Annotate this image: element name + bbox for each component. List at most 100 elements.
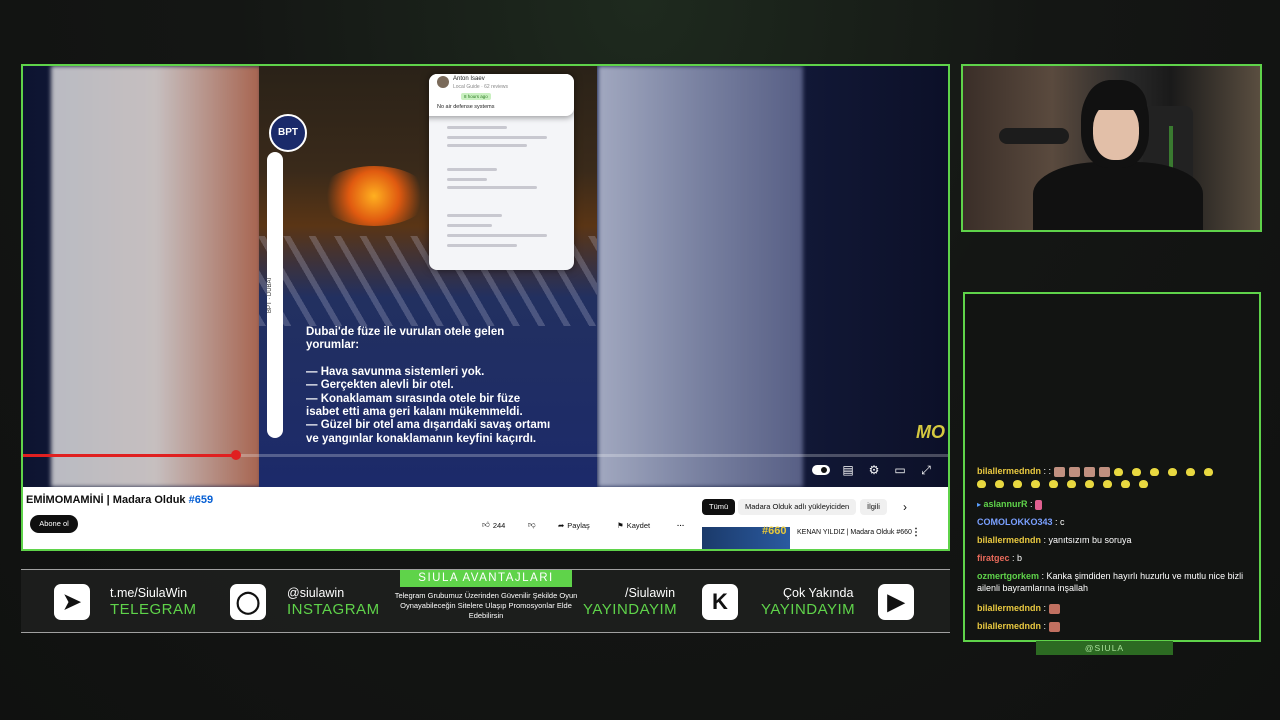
autoplay-toggle[interactable]: [812, 465, 830, 475]
video-player[interactable]: Anton Isaev Local Guide · 62 reviews 8 h…: [21, 64, 950, 551]
video-title: EMİMOMAMİNİ | Madara Olduk #659: [26, 494, 214, 506]
youtube-label: YAYINDAYIM: [761, 601, 856, 618]
video-viewport[interactable]: Anton Isaev Local Guide · 62 reviews 8 h…: [23, 66, 948, 487]
streamer-body: [1033, 162, 1203, 230]
channel-logo: BPT: [269, 114, 307, 152]
caption-line: — Güzel bir otel ama dışarıdaki savaş or…: [306, 419, 551, 432]
chat-message: bilallermedndn :: [977, 602, 1259, 614]
review-time-badge: 8 hours ago: [461, 93, 491, 100]
review-text: No air defense systems: [437, 104, 495, 110]
dislike-button[interactable]: 👎︎: [528, 517, 536, 533]
chat-username[interactable]: COMOLOKKO343: [977, 517, 1053, 527]
chat-username[interactable]: firatgec: [977, 553, 1010, 563]
side-video-more-icon[interactable]: ⋮: [911, 527, 921, 538]
caption-line: Dubai'de füze ile vurulan otele gelen: [306, 326, 505, 338]
subtitles-icon[interactable]: ▤: [839, 463, 857, 477]
like-button[interactable]: 👍︎ 244: [482, 517, 505, 533]
video-caption: Dubai'de füze ile vurulan otele gelen yo…: [306, 326, 596, 446]
chat-text: :: [1041, 621, 1049, 631]
chat-message: firatgec : b: [977, 552, 1259, 564]
reviewer-name: Anton Isaev: [453, 76, 485, 82]
like-count: 244: [492, 520, 506, 530]
watermark-logo: MO: [916, 422, 945, 442]
chat-username[interactable]: bilallermedndn: [977, 535, 1041, 545]
chat-text: :: [1041, 603, 1049, 613]
caption-line: — Konaklamam sırasında otele bir füze: [306, 392, 521, 405]
chat-message: ozmertgorkem : Kanka şimdiden hayırlı hu…: [977, 570, 1259, 594]
like-icon: 👍︎: [482, 520, 490, 529]
kick-icon: K: [702, 584, 738, 620]
chat-footer-tag: @SIULA: [1036, 641, 1173, 655]
caption-line: — Gerçekten alevli bir otel.: [306, 379, 454, 392]
chat-username[interactable]: aslannurR: [984, 499, 1028, 509]
caption-line: isabet etti ama geri kalanı mükemmeldi.: [306, 406, 523, 419]
side-label-text: BPT · DUBAI: [267, 277, 273, 313]
chat-username[interactable]: bilallermedndn: [977, 466, 1041, 476]
dislike-icon: 👎︎: [528, 520, 536, 529]
instagram-handle: @siulawin: [287, 586, 345, 600]
chip-related[interactable]: İlgili: [860, 499, 887, 515]
social-bar: ➤ t.me/SiulaWin TELEGRAM ◯ @siulawin INS…: [21, 569, 950, 633]
chat-username[interactable]: bilallermedndn: [977, 603, 1041, 613]
subscribe-button[interactable]: Abone ol: [30, 515, 78, 533]
chat-message: bilallermedndn :: [977, 620, 1259, 632]
progress-fill: [23, 454, 236, 457]
chat-text: :: [1027, 499, 1036, 509]
side-label-bar: BPT · DUBAI: [267, 152, 283, 438]
chat-text: : yanıtsızım bu soruya: [1041, 535, 1132, 545]
chat-text: : c: [1052, 517, 1065, 527]
chat-username[interactable]: bilallermedndn: [977, 621, 1041, 631]
chevron-right-icon[interactable]: ›: [903, 500, 907, 514]
chat-message: bilallermedndn : yanıtsızım bu soruya: [977, 534, 1259, 546]
review-card: Anton Isaev Local Guide · 62 reviews 8 h…: [429, 74, 574, 270]
caption-line: — Hava savunma sistemleri yok.: [306, 365, 485, 378]
reviewer-avatar: [437, 76, 449, 88]
avantaj-title: SIULA AVANTAJLARI: [400, 570, 572, 587]
theater-icon[interactable]: ▭: [891, 463, 909, 477]
microphone: [999, 128, 1069, 144]
chat-username[interactable]: ozmertgorkem: [977, 571, 1039, 581]
chat-text: : :: [1041, 466, 1052, 476]
more-button[interactable]: ···: [677, 517, 685, 533]
save-button[interactable]: ⚑ Kaydet: [617, 517, 650, 533]
progress-scrubber[interactable]: [230, 450, 241, 460]
instagram-icon: ◯: [230, 584, 266, 620]
youtube-icon: ▶: [878, 584, 914, 620]
share-label: Paylaş: [567, 520, 590, 530]
chat-message: bilallermedndn : :: [977, 465, 1259, 489]
fire-glow: [319, 166, 429, 226]
chat-panel: bilallermedndn : : ▸ aslannurR : COMOLOK…: [963, 292, 1261, 642]
instagram-label: INSTAGRAM: [287, 601, 380, 618]
video-title-hash[interactable]: #659: [189, 494, 213, 506]
telegram-label: TELEGRAM: [110, 601, 197, 618]
video-info-panel: EMİMOMAMİNİ | Madara Olduk #659 Abone ol…: [23, 487, 948, 549]
kick-label: YAYINDAYIM: [583, 601, 678, 618]
side-video-title[interactable]: KENAN YILDIZ | Madara Olduk #660: [797, 528, 912, 538]
blurred-background-left: [51, 66, 261, 487]
review-card-header: Anton Isaev Local Guide · 62 reviews 8 h…: [429, 74, 574, 116]
save-label: Kaydet: [626, 520, 651, 530]
chip-all[interactable]: Tümü: [702, 499, 736, 515]
chat-message: ▸ aslannurR :: [977, 498, 1259, 511]
kick-handle: /Siulawin: [625, 586, 676, 600]
save-icon: ⚑: [617, 520, 624, 530]
streamer-face: [1093, 102, 1139, 160]
webcam-feed: [961, 64, 1262, 232]
settings-icon[interactable]: ⚙: [865, 463, 883, 477]
side-video-thumb-number: #660: [762, 525, 787, 537]
share-button[interactable]: ➦ Paylaş: [558, 517, 590, 533]
more-icon: ···: [677, 520, 685, 530]
chat-message: COMOLOKKO343 : c: [977, 516, 1259, 528]
fullscreen-icon[interactable]: ⤢: [917, 463, 935, 477]
youtube-handle: Çok Yakında: [783, 586, 854, 600]
reviewer-sub: Local Guide · 62 reviews: [453, 84, 509, 90]
avantaj-text: Telegram Grubumuz Üzerinden Güvenilir Şe…: [394, 591, 578, 620]
caption-line: ve yangınlar konaklamanın keyfini kaçırd…: [306, 432, 537, 445]
blurred-background-right: [598, 66, 803, 487]
streamer-bangs: [1085, 80, 1147, 110]
chip-from-uploader[interactable]: Madara Olduk adlı yükleyiciden: [738, 499, 857, 515]
telegram-icon: ➤: [54, 584, 90, 620]
caption-line: [306, 353, 596, 366]
telegram-handle: t.me/SiulaWin: [110, 586, 188, 600]
badge-icon: ▸: [977, 500, 982, 509]
